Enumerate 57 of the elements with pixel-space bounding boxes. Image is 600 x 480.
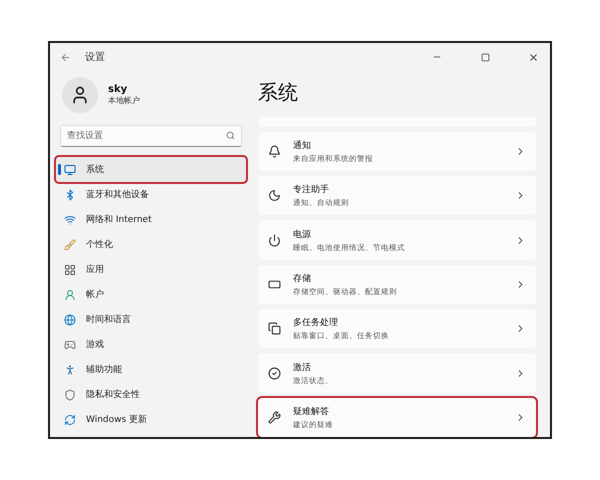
sidebar-item[interactable]: 帐户 xyxy=(56,282,246,307)
search-icon xyxy=(226,131,235,140)
close-icon xyxy=(528,52,538,62)
card-title: 专注助手 xyxy=(293,184,330,196)
sidebar-label: Windows 更新 xyxy=(86,414,148,426)
card-title: 电源 xyxy=(293,228,312,241)
sidebar-label: 帐户 xyxy=(86,288,104,301)
sidebar-item[interactable]: 辅助功能 xyxy=(56,357,246,382)
person-icon xyxy=(64,288,76,300)
sidebar-label: 个性化 xyxy=(86,238,113,251)
sidebar-item[interactable]: 应用 xyxy=(56,257,246,282)
monitor-icon xyxy=(64,164,76,176)
card-title: 疑难解答 xyxy=(293,406,330,418)
sidebar-item[interactable]: 隐私和安全性 xyxy=(56,382,246,407)
sidebar-label: 蓝牙和其他设备 xyxy=(86,188,149,201)
moon-icon xyxy=(268,189,281,202)
sidebar-label: 应用 xyxy=(86,264,104,276)
sidebar-label: 网络和 Internet xyxy=(86,214,152,226)
account-type: 本地帐户 xyxy=(108,95,140,106)
check-circle-icon xyxy=(268,366,281,380)
sidebar-label: 时间和语言 xyxy=(86,314,131,326)
sidebar-item[interactable]: Windows 更新 xyxy=(56,407,246,432)
card-title: 通知 xyxy=(293,140,312,152)
sidebar-item[interactable]: 网络和 Internet xyxy=(56,207,246,232)
power-icon xyxy=(268,234,281,247)
sidebar-item[interactable]: 时间和语言 xyxy=(56,307,246,332)
user-name: sky xyxy=(108,84,128,95)
sidebar-item[interactable]: 游戏 xyxy=(56,332,246,357)
storage-icon xyxy=(268,278,281,291)
apps-icon xyxy=(64,264,76,276)
maximize-icon xyxy=(480,52,490,62)
page-title: 系统 xyxy=(258,79,299,106)
brush-icon xyxy=(64,238,76,250)
sidebar-label: 系统 xyxy=(86,164,104,176)
globe-icon xyxy=(64,314,76,326)
sidebar-item[interactable]: 蓝牙和其他设备 xyxy=(56,182,246,207)
shield-icon xyxy=(64,388,76,400)
bluetooth-icon xyxy=(64,188,76,200)
back-icon[interactable] xyxy=(60,52,71,62)
sidebar-label: 游戏 xyxy=(86,338,104,351)
sidebar-label: 辅助功能 xyxy=(86,364,122,376)
selection-indicator xyxy=(58,164,61,175)
sidebar-item[interactable]: 系统 xyxy=(56,157,246,182)
wifi-icon xyxy=(64,214,76,226)
avatar xyxy=(62,77,98,113)
wrench-icon xyxy=(268,410,281,424)
sidebar-label: 隐私和安全性 xyxy=(86,388,140,401)
card-title: 激活 xyxy=(293,362,312,374)
window-title: 设置 xyxy=(85,50,106,64)
search-field[interactable]: 查找设置 xyxy=(60,125,242,147)
gamepad-icon xyxy=(64,338,76,350)
accessibility-icon xyxy=(64,364,76,376)
bell-icon xyxy=(268,144,281,158)
card-title: 多任务处理 xyxy=(293,316,339,330)
sidebar-item[interactable]: 个性化 xyxy=(56,232,246,257)
card-title: 存储 xyxy=(293,272,312,285)
update-icon xyxy=(64,414,76,426)
